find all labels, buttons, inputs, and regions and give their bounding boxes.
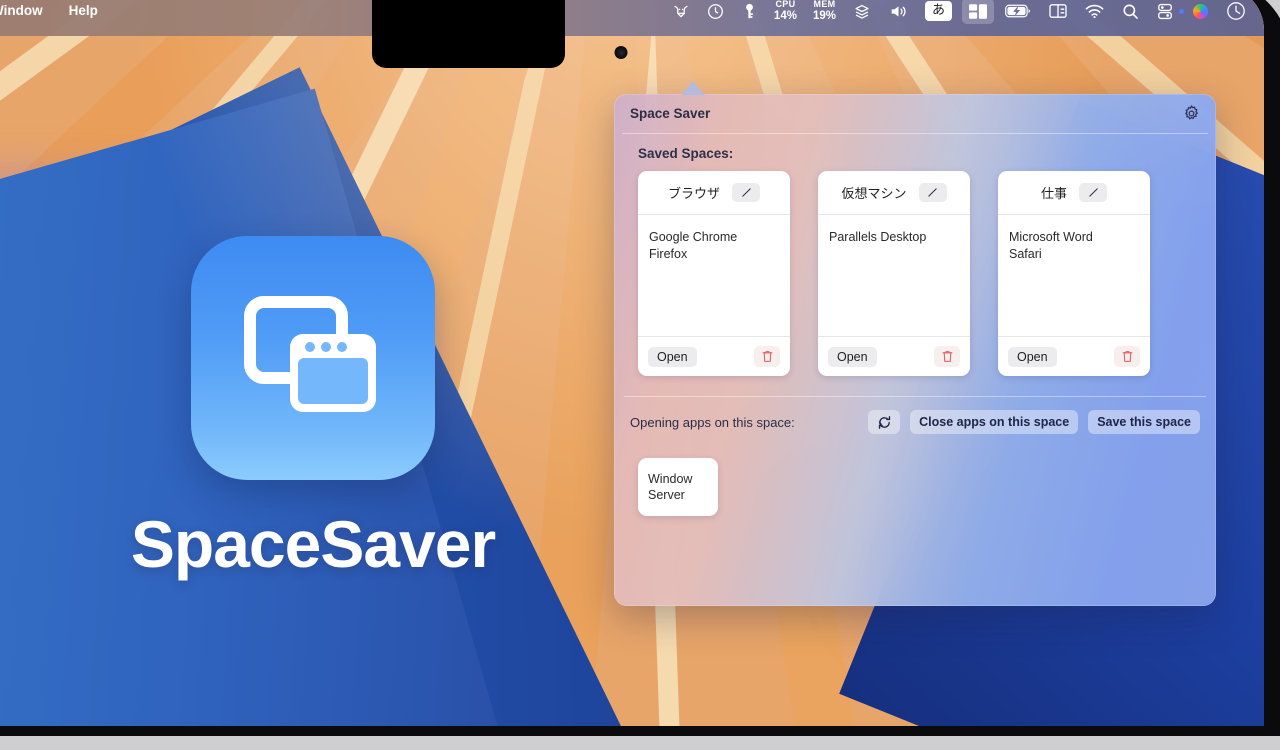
desktop-app-branding: SpaceSaver bbox=[78, 236, 548, 582]
cpu-value: 14% bbox=[773, 9, 797, 22]
space-card[interactable]: 仮想マシン Parallels Desktop Open bbox=[818, 171, 970, 376]
popover-header: Space Saver bbox=[614, 94, 1216, 133]
pencil-icon[interactable] bbox=[732, 183, 760, 202]
trash-icon[interactable] bbox=[754, 346, 780, 367]
layers-icon[interactable] bbox=[844, 0, 880, 36]
app-name: Microsoft Word bbox=[1009, 230, 1093, 244]
app-name: Firefox bbox=[649, 246, 688, 261]
mem-value: 19% bbox=[812, 9, 836, 22]
facetime-camera bbox=[616, 48, 626, 57]
popover-footer: Opening apps on this space: Close apps o… bbox=[614, 397, 1216, 434]
mem-status-item[interactable]: MEM 19% bbox=[805, 0, 844, 36]
bat-download-icon[interactable] bbox=[664, 0, 698, 36]
pencil-icon[interactable] bbox=[918, 183, 947, 202]
space-card[interactable]: 仕事 Microsoft Word Safari Open bbox=[998, 171, 1150, 376]
app-name: Parallels Desktop bbox=[829, 230, 927, 244]
spacesaver-app-icon bbox=[191, 236, 435, 480]
running-apps-list: Window Server bbox=[614, 434, 1216, 516]
search-icon[interactable] bbox=[1113, 0, 1148, 36]
app-name: Google Chrome bbox=[649, 230, 738, 244]
saved-spaces-label: Saved Spaces: bbox=[638, 146, 734, 161]
menu-window[interactable]: Window bbox=[0, 0, 56, 36]
control-center-icon[interactable] bbox=[1148, 0, 1182, 36]
pencil-icon[interactable] bbox=[1079, 183, 1107, 202]
menu-bar-status-items: CPU 14% MEM 19% あ bbox=[664, 0, 1264, 36]
open-space-button[interactable]: Open bbox=[828, 346, 877, 367]
gear-icon[interactable] bbox=[1180, 103, 1202, 125]
space-card[interactable]: ブラウザ Google Chrome Firefox Open bbox=[638, 171, 790, 376]
menu-bar-left-items: Window Help bbox=[0, 0, 111, 36]
space-card-footer: Open bbox=[638, 336, 790, 376]
wifi-icon[interactable] bbox=[1076, 0, 1113, 36]
space-card-title: ブラウザ bbox=[667, 186, 720, 201]
key-icon[interactable] bbox=[733, 0, 766, 36]
siri-icon[interactable] bbox=[1184, 0, 1217, 36]
spacesaver-menubar-icon[interactable] bbox=[962, 0, 994, 24]
trash-icon[interactable] bbox=[1114, 346, 1140, 367]
opening-apps-label: Opening apps on this space: bbox=[630, 414, 795, 430]
running-app-card[interactable]: Window Server bbox=[638, 458, 718, 516]
screen: SpaceSaver Window Help bbox=[0, 0, 1264, 726]
space-card-apps: Parallels Desktop bbox=[818, 215, 970, 336]
space-card-header: ブラウザ bbox=[638, 171, 790, 215]
trash-icon[interactable] bbox=[934, 346, 960, 367]
mem-label: MEM bbox=[813, 0, 836, 9]
space-saver-popover: Space Saver Saved Spaces: ブラウザ Google Ch… bbox=[614, 94, 1216, 606]
space-card-title: 仕事 bbox=[1040, 186, 1067, 201]
save-space-button[interactable]: Save this space bbox=[1088, 410, 1200, 434]
do-not-disturb-icon[interactable] bbox=[698, 0, 733, 36]
volume-icon[interactable] bbox=[880, 0, 917, 36]
space-card-footer: Open bbox=[818, 336, 970, 376]
open-space-button[interactable]: Open bbox=[1008, 346, 1057, 367]
space-card-header: 仕事 bbox=[998, 171, 1150, 215]
camera-notch bbox=[372, 0, 565, 68]
close-apps-button[interactable]: Close apps on this space bbox=[910, 410, 1079, 434]
popover-title: Space Saver bbox=[630, 106, 711, 121]
space-card-title: 仮想マシン bbox=[841, 186, 907, 201]
space-card-apps: Microsoft Word Safari bbox=[998, 215, 1150, 336]
space-card-apps: Google Chrome Firefox bbox=[638, 215, 790, 336]
refresh-icon[interactable] bbox=[868, 410, 901, 434]
ime-indicator[interactable]: あ bbox=[924, 1, 952, 21]
battery-charging-icon[interactable] bbox=[996, 0, 1040, 36]
running-app-line1: Window bbox=[648, 472, 693, 486]
app-name-label: SpaceSaver bbox=[130, 507, 496, 581]
app-name: Safari bbox=[1009, 246, 1042, 261]
running-app-line2: Server bbox=[648, 488, 685, 502]
menu-help[interactable]: Help bbox=[56, 0, 111, 36]
space-card-footer: Open bbox=[998, 336, 1150, 376]
cpu-status-item[interactable]: CPU 14% bbox=[766, 0, 805, 36]
split-view-icon[interactable] bbox=[1040, 0, 1076, 36]
saved-spaces-list: ブラウザ Google Chrome Firefox Open 仮想マシン Pa… bbox=[614, 171, 1216, 376]
macos-menu-bar: Window Help bbox=[0, 0, 1264, 36]
cpu-label: CPU bbox=[775, 0, 796, 9]
space-card-header: 仮想マシン bbox=[818, 171, 970, 215]
clock-icon[interactable] bbox=[1217, 0, 1255, 36]
popover-arrow bbox=[681, 81, 705, 95]
open-space-button[interactable]: Open bbox=[648, 346, 697, 367]
